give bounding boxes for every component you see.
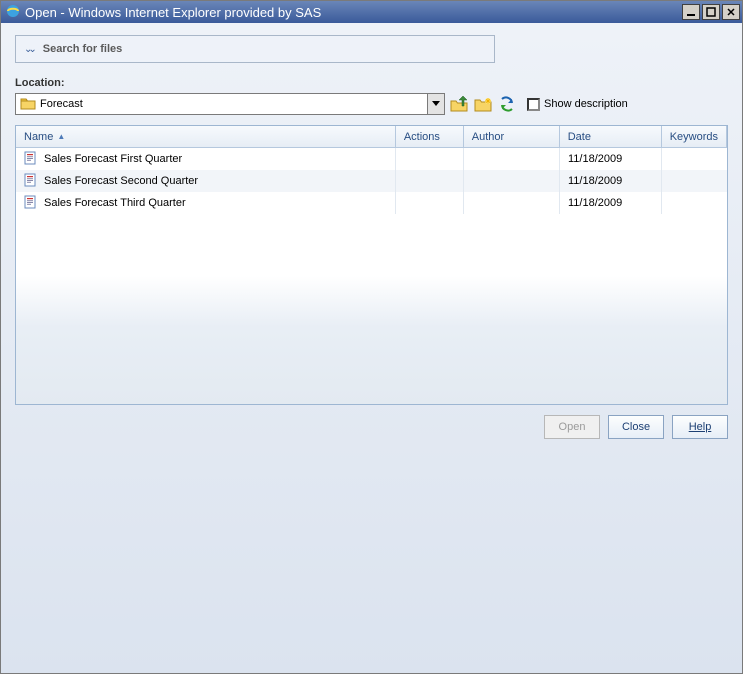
location-value: Forecast [40, 98, 427, 110]
maximize-button[interactable] [702, 4, 720, 20]
location-row: Forecast [15, 93, 728, 115]
file-date: 11/18/2009 [560, 170, 662, 192]
file-actions [396, 170, 464, 192]
file-author [464, 170, 560, 192]
file-name: Sales Forecast Third Quarter [44, 197, 186, 209]
file-name: Sales Forecast First Quarter [44, 153, 182, 165]
file-name: Sales Forecast Second Quarter [44, 175, 198, 187]
location-label: Location: [15, 77, 728, 89]
search-placeholder: Search for files [43, 43, 122, 55]
column-header-name[interactable]: Name ▲ [16, 126, 396, 147]
file-row[interactable]: Sales Forecast Third Quarter 11/18/2009 [16, 192, 727, 214]
report-icon [24, 151, 38, 168]
show-description-label: Show description [544, 98, 628, 110]
column-header-actions[interactable]: Actions [396, 126, 464, 147]
dialog-content: ⌄⌄ Search for files Location: Forecast [1, 23, 742, 673]
file-row[interactable]: Sales Forecast Second Quarter 11/18/2009 [16, 170, 727, 192]
show-description-checkbox[interactable] [527, 98, 540, 111]
up-folder-button[interactable] [449, 94, 469, 114]
report-icon [24, 173, 38, 190]
close-window-button[interactable] [722, 4, 740, 20]
dialog-button-bar: Open Close Help [15, 405, 728, 439]
file-keywords [662, 148, 727, 170]
file-row[interactable]: Sales Forecast First Quarter 11/18/2009 [16, 148, 727, 170]
close-button[interactable]: Close [608, 415, 664, 439]
search-bar[interactable]: ⌄⌄ Search for files [15, 35, 495, 63]
new-folder-button[interactable] [473, 94, 493, 114]
show-description-checkbox-row: Show description [527, 98, 628, 111]
ie-icon [5, 3, 21, 22]
column-header-author[interactable]: Author [464, 126, 560, 147]
grid-empty-area [16, 276, 727, 404]
open-dialog-window: Open - Windows Internet Explorer provide… [0, 0, 743, 674]
file-keywords [662, 170, 727, 192]
refresh-button[interactable] [497, 94, 517, 114]
folder-icon [20, 96, 36, 113]
file-date: 11/18/2009 [560, 148, 662, 170]
file-author [464, 192, 560, 214]
file-actions [396, 192, 464, 214]
sort-asc-icon: ▲ [57, 132, 65, 141]
minimize-button[interactable] [682, 4, 700, 20]
file-grid: Name ▲ Actions Author Date Keywords Sale… [15, 125, 728, 405]
location-select[interactable]: Forecast [15, 93, 445, 115]
open-button[interactable]: Open [544, 415, 600, 439]
file-keywords [662, 192, 727, 214]
file-actions [396, 148, 464, 170]
grid-header: Name ▲ Actions Author Date Keywords [16, 126, 727, 148]
column-header-keywords[interactable]: Keywords [662, 126, 727, 147]
window-title: Open - Windows Internet Explorer provide… [25, 5, 680, 20]
column-header-date[interactable]: Date [560, 126, 662, 147]
file-date: 11/18/2009 [560, 192, 662, 214]
help-button[interactable]: Help [672, 415, 728, 439]
file-author [464, 148, 560, 170]
titlebar: Open - Windows Internet Explorer provide… [1, 1, 742, 23]
dropdown-button[interactable] [427, 94, 444, 114]
grid-body: Sales Forecast First Quarter11/18/2009Sa… [16, 148, 727, 276]
report-icon [24, 195, 38, 212]
chevron-down-icon: ⌄⌄ [24, 44, 33, 55]
